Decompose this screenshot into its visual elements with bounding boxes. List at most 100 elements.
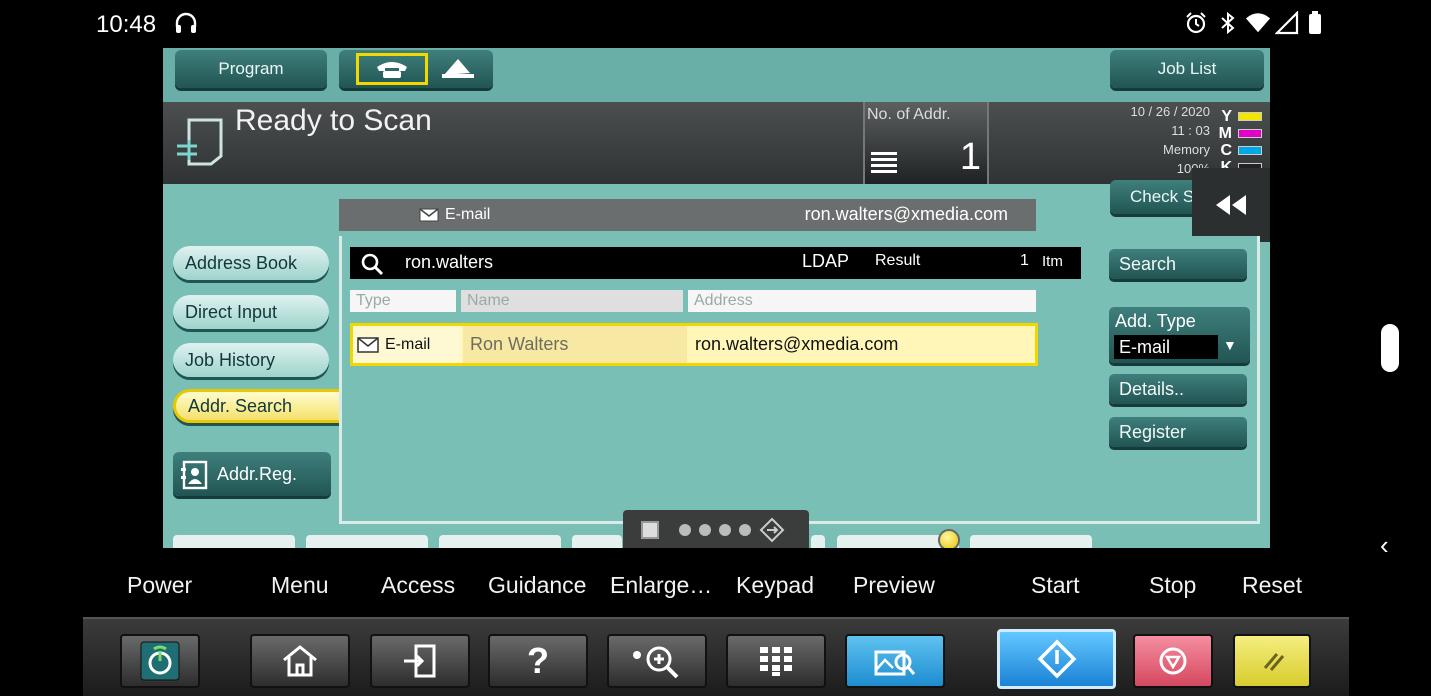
- page-dot: [699, 524, 711, 536]
- search-icon: [361, 253, 384, 276]
- search-bar[interactable]: ron.walters LDAP Result 1 Itm: [350, 247, 1081, 279]
- result-count: 1: [1020, 252, 1029, 269]
- key-labels: Power Menu Access Guidance Enlarge… Keyp…: [0, 548, 1431, 618]
- result-address: ron.walters@xmedia.com: [695, 334, 899, 354]
- label-guidance: Guidance: [488, 572, 587, 598]
- details-button[interactable]: Details..: [1109, 374, 1247, 404]
- info-memory-label: Memory: [1163, 142, 1210, 157]
- rewind-button[interactable]: [1192, 168, 1270, 242]
- column-type: Type: [350, 290, 456, 312]
- label-reset: Reset: [1242, 572, 1303, 598]
- reset-button[interactable]: [1233, 634, 1311, 688]
- status-title: Ready to Scan: [235, 104, 432, 137]
- enlarge-button[interactable]: [607, 634, 707, 688]
- move-icon: [759, 517, 785, 543]
- label-menu: Menu: [271, 572, 329, 598]
- add-type-value: E-mail: [1114, 335, 1218, 359]
- chevron-down-icon: ▼: [1223, 337, 1237, 353]
- list-icon: [871, 152, 897, 181]
- search-button[interactable]: Search: [1109, 249, 1247, 279]
- address-count-value: 1: [959, 136, 981, 178]
- zoom-icon: [633, 646, 679, 679]
- address-count-box: No. of Addr. 1: [863, 102, 989, 184]
- status-clock: 10:48: [96, 11, 157, 38]
- mfp-screen: Program Job List Ready to Scan No. of Ad…: [163, 48, 1270, 548]
- result-type: E-mail: [385, 335, 431, 353]
- label-enlarge: Enlarge…: [610, 572, 713, 598]
- result-row[interactable]: E-mail Ron Walters ron.walters@xmedia.co…: [350, 323, 1038, 366]
- start-button[interactable]: [997, 629, 1116, 689]
- program-button[interactable]: Program: [175, 50, 327, 88]
- address-count-label: No. of Addr.: [867, 106, 951, 123]
- rewind-icon: [1216, 195, 1246, 215]
- page-dot: [719, 524, 731, 536]
- add-type-dropdown[interactable]: Add. Type E-mail ▼: [1109, 307, 1250, 363]
- battery-icon: [1302, 10, 1328, 36]
- power-icon: [140, 641, 180, 681]
- addr-reg-button[interactable]: Addr.Reg.: [173, 452, 331, 496]
- status-bar: 10:48: [0, 0, 1431, 48]
- label-keypad: Keypad: [736, 572, 815, 598]
- toner-magenta: M: [1206, 125, 1262, 142]
- add-type-label: Add. Type: [1115, 311, 1196, 331]
- info-date: 10 / 26 / 2020: [1130, 104, 1210, 119]
- stop-icon: [1159, 647, 1187, 675]
- stop-square-icon: [641, 521, 659, 539]
- bottom-tab[interactable]: [970, 535, 1092, 548]
- keypad-icon: [760, 647, 792, 676]
- bottom-tab[interactable]: [173, 535, 295, 548]
- stop-button[interactable]: [1133, 634, 1213, 688]
- search-query: ron.walters: [405, 252, 494, 272]
- result-name: Ron Walters: [463, 326, 687, 363]
- result-label: Result: [875, 252, 921, 269]
- toner-yellow: Y: [1206, 108, 1262, 125]
- job-list-button[interactable]: Job List: [1110, 50, 1264, 88]
- label-start: Start: [1031, 572, 1080, 598]
- bottom-tab[interactable]: [439, 535, 561, 548]
- access-button[interactable]: [370, 634, 470, 688]
- question-icon: ?: [527, 640, 549, 681]
- result-unit: Itm: [1042, 253, 1063, 270]
- address-register-icon: [181, 460, 208, 490]
- register-button[interactable]: Register: [1109, 417, 1247, 447]
- page-dot: [679, 524, 691, 536]
- preview-button[interactable]: [845, 634, 945, 688]
- headphones-icon: [173, 10, 199, 36]
- addr-search-tab[interactable]: Addr. Search: [173, 389, 353, 423]
- column-name: Name: [461, 290, 683, 312]
- mode-toggle[interactable]: [339, 50, 493, 88]
- top-bar: [163, 48, 1270, 102]
- drag-handle[interactable]: [1381, 324, 1399, 372]
- wifi-icon: [1245, 10, 1271, 36]
- guidance-button[interactable]: ?: [488, 634, 588, 688]
- scan-document-icon: [175, 116, 225, 168]
- bottom-tab[interactable]: [811, 535, 825, 548]
- toner-cyan: C: [1206, 142, 1262, 159]
- keypad-button[interactable]: [726, 634, 826, 688]
- label-preview: Preview: [853, 572, 935, 598]
- bottom-tab[interactable]: [572, 535, 622, 548]
- column-address: Address: [688, 290, 1036, 312]
- phone-icon[interactable]: [356, 53, 428, 85]
- direct-input-button[interactable]: Direct Input: [173, 295, 329, 329]
- email-icon: [357, 336, 379, 353]
- email-icon: [419, 208, 439, 222]
- job-history-button[interactable]: Job History: [173, 343, 329, 377]
- home-icon: [283, 645, 317, 677]
- reset-icon: [1263, 653, 1285, 671]
- destination-address: ron.walters@xmedia.com: [804, 204, 1008, 224]
- address-book-button[interactable]: Address Book: [173, 246, 329, 280]
- label-stop: Stop: [1149, 572, 1197, 598]
- bluetooth-icon: [1215, 10, 1241, 36]
- access-icon: [404, 644, 436, 678]
- addr-reg-label: Addr.Reg.: [217, 463, 298, 484]
- power-button[interactable]: [120, 634, 200, 688]
- alarm-icon: [1183, 10, 1209, 36]
- label-access: Access: [381, 572, 456, 598]
- signal-icon: [1274, 10, 1300, 36]
- page-navigator[interactable]: [623, 510, 809, 548]
- page-dot: [739, 524, 751, 536]
- bottom-tab[interactable]: [306, 535, 428, 548]
- menu-button[interactable]: [250, 634, 350, 688]
- fax-icon[interactable]: [440, 55, 476, 84]
